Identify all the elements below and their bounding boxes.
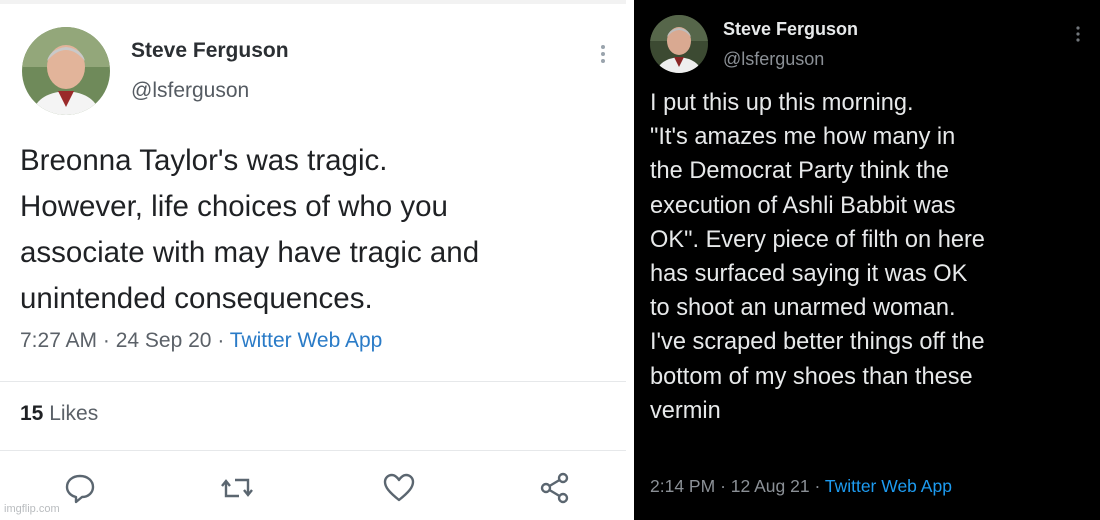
- likes-count: 15: [20, 402, 44, 425]
- tweet-text: Breonna Taylor's was tragic. However, li…: [20, 138, 620, 322]
- tweet-text-line: bottom of my shoes than these: [650, 363, 973, 390]
- watermark: imgflip.com: [4, 503, 60, 515]
- tweet-text-line: However, life choices of who you: [20, 190, 448, 223]
- divider: [0, 381, 626, 382]
- author-name[interactable]: Steve Ferguson: [131, 39, 289, 63]
- tweet-text-line: execution of Ashli Babbit was: [650, 192, 956, 219]
- tweet-date[interactable]: 12 Aug 21: [731, 476, 810, 496]
- panel-divider: [626, 0, 634, 520]
- tweet-text: I put this up this morning. "It's amazes…: [650, 86, 1096, 428]
- author-name[interactable]: Steve Ferguson: [723, 19, 858, 40]
- avatar[interactable]: [22, 27, 110, 115]
- avatar[interactable]: [650, 15, 708, 73]
- tweet-text-line: to shoot an unarmed woman.: [650, 295, 956, 322]
- divider: [0, 450, 626, 451]
- tweet-text-line: "It's amazes me how many in: [650, 124, 956, 151]
- tweet-timestamp: 7:27 AM · 24 Sep 20 · Twitter Web App: [20, 329, 383, 352]
- tweet-text-line: associate with may have tragic and: [20, 236, 480, 269]
- left-tweet-card: Steve Ferguson @lsferguson Breonna Taylo…: [0, 0, 626, 520]
- author-handle[interactable]: @lsferguson: [131, 79, 249, 103]
- tweet-text-line: has surfaced saying it was OK: [650, 261, 968, 288]
- right-tweet-card: Steve Ferguson @lsferguson I put this up…: [634, 0, 1100, 520]
- tweet-text-line: Breonna Taylor's was tragic.: [20, 144, 388, 177]
- reply-icon[interactable]: [62, 470, 98, 506]
- retweet-icon[interactable]: [219, 470, 255, 506]
- top-border: [0, 0, 626, 4]
- source-app-link[interactable]: Twitter Web App: [825, 476, 952, 496]
- tweet-time[interactable]: 7:27 AM: [20, 329, 97, 352]
- action-bar: [0, 470, 626, 514]
- tweet-time[interactable]: 2:14 PM: [650, 476, 715, 496]
- more-options-icon[interactable]: [593, 40, 613, 70]
- tweet-text-line: I've scraped better things off the: [650, 329, 985, 356]
- tweet-text-line: unintended consequences.: [20, 282, 373, 315]
- more-options-icon[interactable]: [1070, 22, 1086, 46]
- source-app-link[interactable]: Twitter Web App: [230, 329, 383, 352]
- likes-label: Likes: [49, 402, 99, 425]
- like-icon[interactable]: [381, 470, 417, 506]
- share-icon[interactable]: [537, 470, 573, 506]
- tweet-text-line: OK". Every piece of filth on here: [650, 226, 985, 253]
- tweet-text-line: I put this up this morning.: [650, 90, 914, 116]
- tweet-timestamp: 2:14 PM · 12 Aug 21 · Twitter Web App: [650, 476, 952, 496]
- author-handle[interactable]: @lsferguson: [723, 49, 824, 70]
- likes-stat[interactable]: 15 Likes: [20, 402, 98, 426]
- tweet-text-line: the Democrat Party think the: [650, 158, 949, 185]
- tweet-text-line: vermin: [650, 397, 721, 424]
- tweet-date[interactable]: 24 Sep 20: [116, 329, 212, 352]
